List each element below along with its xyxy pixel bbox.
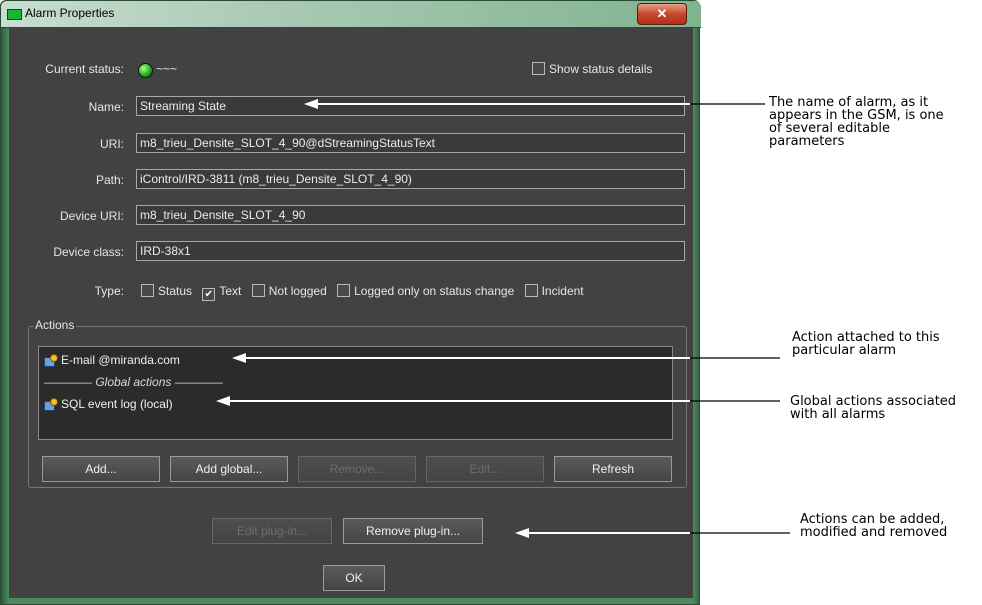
buttons-arrowhead-icon bbox=[515, 528, 529, 538]
global-annotation: Global actions associated with all alarms bbox=[790, 394, 957, 422]
global-arrowhead-icon bbox=[216, 396, 230, 406]
buttons-annotation: Actions can be added, modified and remove… bbox=[800, 512, 948, 540]
name-annotation: The name of alarm, as it appears in the G… bbox=[769, 95, 944, 149]
action-arrowhead-icon bbox=[232, 353, 246, 363]
action-annotation: Action attached to this particular alarm bbox=[792, 330, 940, 358]
name-arrowhead-icon bbox=[304, 99, 318, 109]
